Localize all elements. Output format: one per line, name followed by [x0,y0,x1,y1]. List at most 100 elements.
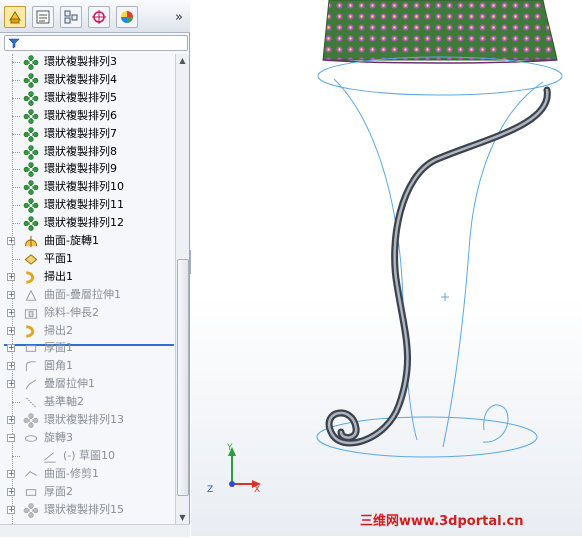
tree-item[interactable]: + 曲面-修剪1 [0,466,174,483]
tree-item[interactable]: 基準軸2 [0,394,174,411]
tree-item-label: 曲面-旋轉1 [44,234,99,247]
more-tabs-chevron-icon[interactable]: » [171,8,187,26]
tree-item-label: 旋轉3 [44,430,73,444]
scroll-down-icon[interactable]: ▼ [176,511,189,524]
tree-connector [12,402,20,404]
tree-connector [12,169,20,171]
tree-connector [12,97,20,99]
tree-item[interactable]: 環狀複製排列12 [0,215,174,232]
triad-y-label: Y [226,443,233,453]
surface-loft-icon [25,289,37,301]
tree-item[interactable]: 環狀複製排列6 [0,108,174,125]
tree-item[interactable]: (-) 草圖10 [0,448,174,465]
tree-item[interactable]: 平面1 [0,251,174,268]
loft-icon [25,379,37,390]
expand-toggle-icon[interactable]: + [7,380,15,389]
propertymanager-icon [36,10,50,24]
tree-item[interactable]: + 環狀複製排列13 [0,412,174,429]
filter-field[interactable] [4,35,188,51]
circular-pattern-icon [23,108,39,124]
tree-item[interactable]: + 掃出2 [0,323,174,340]
expand-toggle-icon[interactable]: + [7,344,15,353]
tree-item[interactable]: 環狀複製排列4 [0,72,174,89]
expand-toggle-icon[interactable]: + [7,237,15,245]
tree-connector [12,205,20,207]
tree-item-label: 環狀複製排列5 [44,90,117,104]
tree-item-label: 環狀複製排列12 [44,216,124,230]
tab-displaymanager[interactable] [116,6,138,28]
tree-item-label: 掃出1 [44,269,73,283]
tab-propertymanager[interactable] [32,6,54,28]
horizontal-scrollbar[interactable] [0,524,190,537]
circular-pattern-icon [23,73,39,88]
tree-item-label: 環狀複製排列4 [44,72,117,86]
tree-item-label: 厚面1 [44,341,73,355]
expand-toggle-icon[interactable]: + [7,272,15,281]
tab-dimxpertmanager[interactable] [88,6,110,28]
expand-toggle-icon[interactable]: + [7,362,15,371]
tab-configurationmanager[interactable] [60,6,82,28]
tree-connector [12,62,20,63]
tree-item[interactable]: + 厚面1 [0,340,174,357]
tree-item-label: 圓角1 [44,359,73,373]
expand-toggle-icon[interactable]: + [7,505,15,514]
tree-item[interactable]: 環狀複製排列11 [0,197,174,214]
scroll-thumb[interactable] [177,259,189,496]
dimxpert-icon [92,10,106,24]
tree-item[interactable]: + 曲面-疊層拉伸1 [0,287,174,304]
tree-item[interactable]: 環狀複製排列3 [0,54,174,71]
expand-toggle-icon[interactable]: − [7,433,15,442]
circular-pattern-icon [23,180,39,196]
tree-item[interactable]: 環狀複製排列8 [0,144,174,161]
expand-toggle-icon[interactable]: + [7,469,15,478]
tree-item-label: 曲面-疊層拉伸1 [44,287,121,301]
watermark: 三维网www.3dportal.cn [360,514,524,529]
tree-item[interactable]: + 曲面-旋轉1 [0,233,174,250]
tree-item[interactable]: + 厚面2 [0,484,174,501]
sketch-icon [44,452,56,463]
expand-toggle-icon[interactable]: + [7,326,15,335]
tree-item[interactable]: 環狀複製排列7 [0,126,174,143]
tree-item-label: 環狀複製排列3 [44,55,117,68]
sweep-icon [26,324,35,338]
tree-connector [12,115,20,117]
circular-pattern-icon [23,198,39,213]
tree-connector [12,258,20,260]
tree-item[interactable]: − 旋轉3 [0,430,174,447]
expand-toggle-icon[interactable]: + [7,487,15,496]
tree-item-label: 環狀複製排列9 [44,162,117,176]
tree-item[interactable]: + 掃出1 [0,269,174,286]
tree-item-label: 疊層拉伸1 [44,377,95,391]
expand-toggle-icon[interactable]: + [7,416,15,424]
tree-item-label: 環狀複製排列15 [44,502,124,516]
tree-item[interactable]: + 疊層拉伸1 [0,376,174,393]
manager-tab-bar: » [0,0,190,33]
circular-pattern-icon [23,90,39,106]
tree-item-label: 環狀複製排列11 [44,198,124,212]
vertical-scrollbar[interactable]: ▲ ▼ [175,54,189,524]
tree-connector [12,223,20,225]
tree-connector [12,151,20,153]
expand-toggle-icon[interactable]: + [7,308,15,317]
tree-item[interactable]: + 環狀複製排列15 [0,502,174,519]
axis-icon [25,397,37,408]
display-manager-icon [121,11,133,23]
tree-item[interactable]: + 圓角1 [0,358,174,375]
tree-item-label: (-) 草圖10 [63,448,116,462]
tab-featuremanager[interactable] [4,6,26,28]
tree-item-label: 厚面2 [44,484,73,498]
expand-toggle-icon[interactable]: + [7,290,15,299]
tree-connector [12,79,20,81]
tree-item[interactable]: 環狀複製排列10 [0,179,174,196]
tree-item[interactable]: + 除料-伸長2 [0,305,174,322]
scroll-up-icon[interactable]: ▲ [176,54,189,67]
tree-item-label: 環狀複製排列10 [44,180,124,194]
triad-x-label: X [254,485,260,495]
sweep-stem [325,86,551,447]
tree-item[interactable]: 環狀複製排列5 [0,90,174,107]
tree-item[interactable]: 環狀複製排列9 [0,161,174,178]
origin-marker [441,293,449,301]
configurationmanager-icon [64,10,78,24]
tree-item-label: 平面1 [44,251,73,265]
thicken-icon [25,345,37,353]
